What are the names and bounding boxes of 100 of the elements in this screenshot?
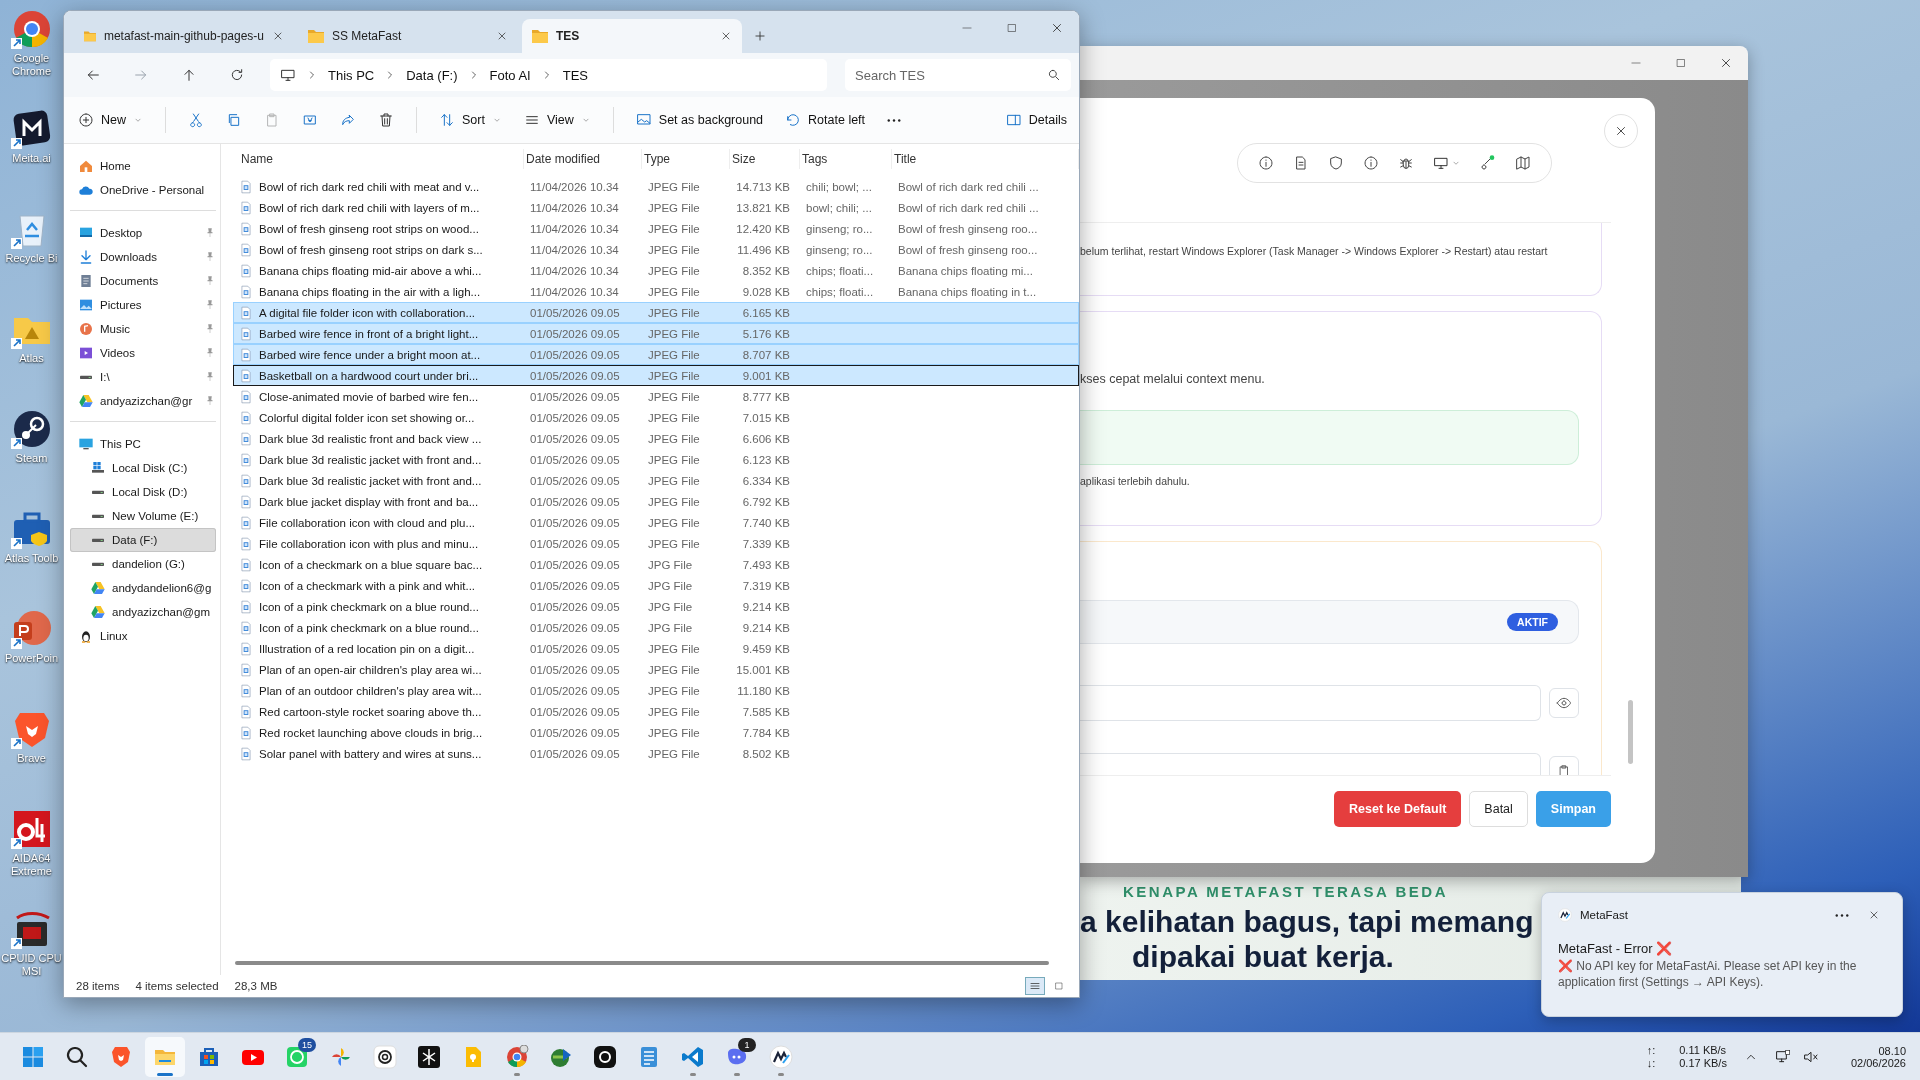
details-button[interactable]: Details (1005, 112, 1067, 128)
file-row[interactable]: Plan of an open-air children's play area wi... 01/05/2026 09.05 JPEG File 15.001 KB (233, 659, 1079, 680)
reset-button[interactable]: Reset ke Default (1334, 791, 1462, 827)
nav-item[interactable]: Videos (70, 341, 216, 365)
date-cell-text: 01/05/2026 09.05 (529, 474, 621, 487)
nav-item[interactable]: Local Disk (D:) (70, 480, 216, 504)
file-row[interactable]: Icon of a checkmark with a pink and whit... 01/05/2026 09.05 JPG File 7.319 KB (233, 575, 1079, 596)
file-row[interactable]: Red rocket launching above clouds in brig... 01/05/2026 09.05 JPEG File 7.784 KB (233, 722, 1079, 743)
file-row[interactable]: Banana chips floating mid-air above a whi... 11/04/2026 10.34 JPEG File 8.352 KB chips; floati... Banana chips floating mi... (233, 260, 1079, 281)
notification-app-name: MetaFast (1580, 909, 1628, 921)
toolbar-button[interactable]: Set as background (635, 112, 764, 128)
toolbar-button[interactable] (1327, 155, 1344, 171)
file-row[interactable]: Red cartoon-style rocket soaring above th... 01/05/2026 09.05 JPEG File 7.585 KB (233, 701, 1079, 722)
file-row[interactable]: Close-animated movie of barbed wire fen... 01/05/2026 09.05 JPEG File 8.777 KB (233, 386, 1079, 407)
nav-item[interactable]: Music (70, 317, 216, 341)
close-icon (1614, 124, 1628, 138)
toolbar-button[interactable] (1433, 155, 1462, 171)
file-row[interactable]: Dark blue 3d realistic jacket with front and... 01/05/2026 09.05 JPEG File 6.123 KB (233, 449, 1079, 470)
file-row[interactable]: File collaboration icon with cloud and plu... 01/05/2026 09.05 JPEG File 7.740 KB (233, 512, 1079, 533)
toolbar-button[interactable]: New (78, 112, 143, 128)
file-row[interactable]: Banana chips floating in the air with a ligh... 11/04/2026 10.34 JPEG File 9.028 KB chips; floati... Banana chips floating in t... (233, 281, 1079, 302)
file-row[interactable]: Plan of an outdoor children's play area wit... 01/05/2026 09.05 JPEG File 11.180 KB (233, 680, 1079, 701)
date-cell-text: 11/04/2026 10.34 (529, 222, 620, 235)
file-row[interactable]: Dark blue 3d realistic jacket with front and... 01/05/2026 09.05 JPEG File 6.334 KB (233, 470, 1079, 491)
nav-item[interactable]: andyazizchan@gm (70, 600, 216, 624)
headline-line: a kelihatan bagus, tapi memang (1080, 904, 1534, 940)
toolbar-button[interactable] (1398, 155, 1415, 171)
file-row[interactable]: Barbed wire fence under a bright moon at... 01/05/2026 09.05 JPEG File 8.707 KB (233, 344, 1079, 365)
file-row[interactable]: Icon of a pink checkmark on a blue round... 01/05/2026 09.05 JPG File 9.214 KB (233, 617, 1079, 638)
file-row[interactable]: Barbed wire fence in front of a bright light... 01/05/2026 09.05 JPEG File 5.176 KB (233, 323, 1079, 344)
file-row[interactable]: Icon of a pink checkmark on a blue round... 01/05/2026 09.05 JPG File 9.214 KB (233, 596, 1079, 617)
file-row[interactable]: A digital file folder icon with collaboration... 01/05/2026 09.05 JPEG File 6.165 KB (233, 302, 1079, 323)
file-row[interactable]: Basketball on a hardwood court under bri... 01/05/2026 09.05 JPEG File 9.001 KB (233, 365, 1079, 386)
nav-item[interactable]: andydandelion6@g (70, 576, 216, 600)
type-cell-text: JPEG File (647, 180, 701, 193)
file-row[interactable]: Bowl of fresh ginseng root strips on dark s... 11/04/2026 10.34 JPEG File 11.496 KB ginseng; ro... Bowl of fresh ginseng roo... (233, 239, 1079, 260)
toolbar-button[interactable] (1515, 155, 1532, 171)
nav-item[interactable]: Data (F:) (70, 528, 216, 552)
nav-item[interactable]: Desktop (70, 221, 216, 245)
taskbar-app[interactable]: 15 (277, 1036, 317, 1077)
column-header[interactable]: Title (894, 152, 917, 166)
file-row[interactable]: Bowl of fresh ginseng root strips on wood... 11/04/2026 10.34 JPEG File 12.420 KB ginseng; ro... Bowl of fresh ginseng roo... (233, 218, 1079, 239)
tab[interactable]: metafast-main-github-pages-u (74, 19, 294, 53)
file-row[interactable]: Dark blue 3d realistic front and back view ... 01/05/2026 09.05 JPEG File 6.606 KB (233, 428, 1079, 449)
tab-close-button[interactable] (272, 30, 284, 42)
column-header[interactable]: Name (241, 152, 273, 166)
file-row[interactable]: Bowl of rich dark red chili with meat and v... 11/04/2026 10.34 JPEG File 14.713 KB chili; bowl; ... Bowl of rich dark red chili ... (233, 176, 1079, 197)
image-file-icon (239, 620, 253, 635)
cancel-button[interactable]: Batal (1469, 791, 1528, 827)
details-view-button[interactable] (1025, 977, 1045, 995)
tab-close-button[interactable] (720, 30, 732, 42)
toolbar-button[interactable]: View (523, 112, 591, 128)
toolbar-button[interactable] (1362, 155, 1379, 171)
scrollbar[interactable] (235, 961, 1049, 965)
scrollbar[interactable] (1628, 700, 1633, 764)
file-row[interactable]: Bowl of rich dark red chili with layers of m... 11/04/2026 10.34 JPEG File 13.821 KB bowl; chili; ... Bowl of rich dark red chili ... (233, 197, 1079, 218)
nav-item[interactable]: OneDrive - Personal (70, 178, 216, 202)
file-row[interactable]: Solar panel with battery and wires at suns... 01/05/2026 09.05 JPEG File 8.502 KB (233, 743, 1079, 764)
nav-item[interactable]: Linux (70, 624, 216, 648)
tab[interactable]: TES (522, 19, 742, 53)
file-row[interactable]: Colorful digital folder icon set showing or... 01/05/2026 09.05 JPEG File 7.015 KB (233, 407, 1079, 428)
breadcrumb-item[interactable]: This PC (328, 67, 375, 83)
breadcrumb-item[interactable]: Data (F:) (406, 67, 458, 83)
nav-item[interactable]: Downloads (70, 245, 216, 269)
drive-icon (90, 460, 106, 476)
show-password-button[interactable] (1549, 688, 1579, 718)
nav-item[interactable]: Pictures (70, 293, 216, 317)
input-field[interactable] (1080, 685, 1541, 721)
file-row[interactable]: Dark blue jacket display with front and ba... 01/05/2026 09.05 JPEG File 6.792 KB (233, 491, 1079, 512)
size-cell-text: 11.180 KB (736, 684, 791, 697)
nav-item[interactable]: New Volume (E:) (70, 504, 216, 528)
toolbar-button[interactable] (1257, 155, 1274, 171)
column-header[interactable]: Tags (802, 152, 828, 166)
nav-item[interactable]: dandelion (G:) (70, 552, 216, 576)
file-name: Colorful digital folder icon set showing or... (259, 411, 475, 424)
breadcrumb-item[interactable]: TES (562, 67, 589, 83)
breadcrumb-item[interactable]: Foto AI (489, 67, 531, 83)
taskbar-app[interactable]: 1 (717, 1036, 757, 1077)
nav-item[interactable]: Documents (70, 269, 216, 293)
tab-close-button[interactable] (496, 30, 508, 42)
toolbar-button[interactable] (378, 112, 394, 128)
tab[interactable]: SS MetaFast (298, 19, 518, 53)
nav-item[interactable]: I:\ (70, 365, 216, 389)
description-text: kses cepat melalui context menu. (1080, 372, 1266, 386)
nav-item[interactable]: andyazizchan@gr (70, 389, 216, 413)
file-row[interactable]: Icon of a checkmark on a blue square bac... 01/05/2026 09.05 JPG File 7.493 KB (233, 554, 1079, 575)
nav-item[interactable]: Local Disk (C:) (70, 456, 216, 480)
nav-item[interactable]: Home (70, 154, 216, 178)
file-row[interactable]: File collaboration icon with plus and minu... 01/05/2026 09.05 JPEG File 7.339 KB (233, 533, 1079, 554)
file-row[interactable]: Illustration of a red location pin on a digit... 01/05/2026 09.05 JPEG File 9.459 KB (233, 638, 1079, 659)
address-bar[interactable]: This PC Data (F:) Foto AI TES (270, 59, 827, 91)
date-cell-text: 01/05/2026 09.05 (529, 537, 621, 550)
column-header[interactable]: Date modified (526, 152, 601, 166)
column-header[interactable]: Type (644, 152, 670, 166)
search-field[interactable]: Search TES (845, 59, 1071, 91)
toolbar-button[interactable]: Rotate left (785, 112, 866, 128)
toolbar-button[interactable] (887, 118, 902, 122)
nav-item[interactable]: This PC (70, 432, 216, 456)
toolbar-button[interactable]: Sort (439, 112, 502, 128)
column-header[interactable]: Size (732, 152, 756, 166)
